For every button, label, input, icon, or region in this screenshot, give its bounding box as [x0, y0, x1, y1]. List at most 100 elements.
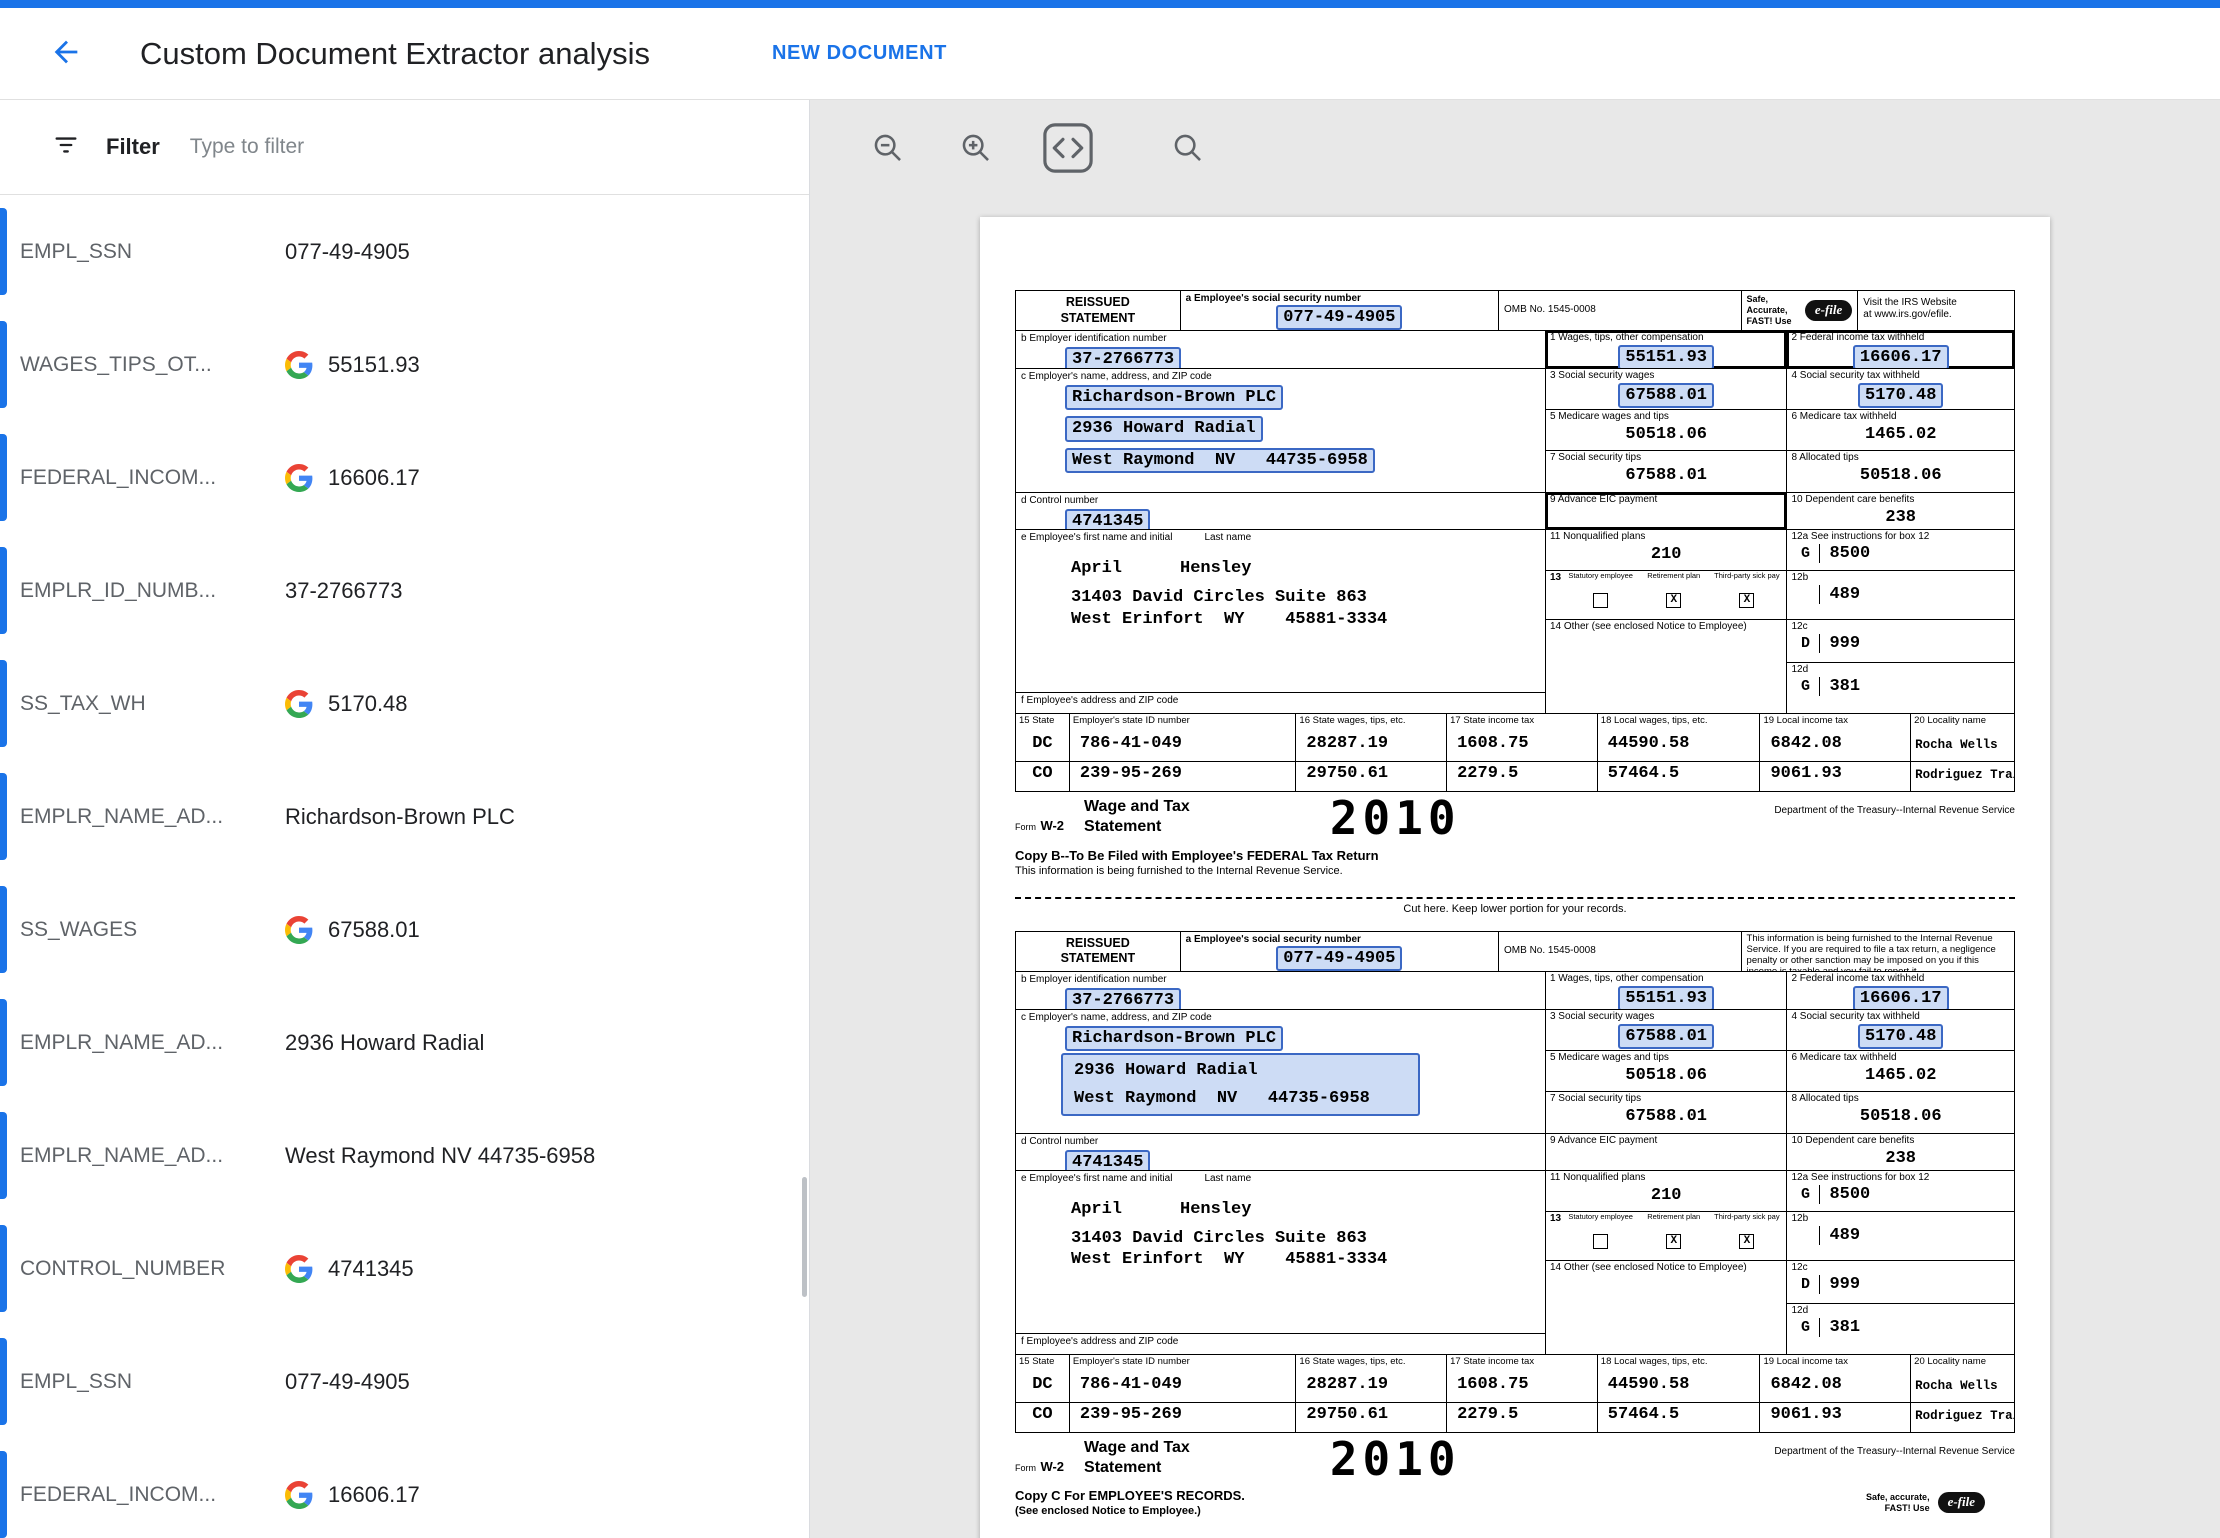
- w2-left-column: b Employer identification number 37-2766…: [1016, 972, 1545, 1354]
- efile-logo: e-file: [1938, 1492, 1985, 1513]
- w2-box-11: 11 Nonqualified plans 210: [1546, 1171, 1787, 1212]
- entity-label: EMPLR_NAME_AD...: [20, 1031, 285, 1055]
- zoom-in-button[interactable]: [954, 126, 998, 170]
- state-id-col: Employer's state ID number 786-41-049 23…: [1069, 714, 1296, 791]
- entity-row[interactable]: FEDERAL_INCOM...16606.17: [0, 421, 809, 534]
- w2-bordered-area: REISSUED STATEMENT a Employee's social s…: [1015, 290, 2015, 792]
- form-w2-label: Form W-2: [1015, 1458, 1064, 1476]
- box3-highlight[interactable]: 67588.01: [1618, 383, 1714, 408]
- entity-value-text: West Raymond NV 44735-6958: [285, 1143, 595, 1169]
- retirement-plan-checkbox[interactable]: X: [1666, 593, 1681, 608]
- entity-row[interactable]: SS_WAGES67588.01: [0, 873, 809, 986]
- control-number-highlight[interactable]: 4741345: [1065, 509, 1150, 530]
- ein-highlight[interactable]: 37-2766773: [1065, 988, 1181, 1010]
- entity-row[interactable]: EMPLR_NAME_AD...2936 Howard Radial: [0, 986, 809, 1099]
- entity-label: FEDERAL_INCOM...: [20, 466, 285, 490]
- w2-box-b-ein: b Employer identification number 37-2766…: [1016, 972, 1545, 1010]
- ssn-highlight[interactable]: 077-49-4905: [1276, 305, 1402, 330]
- entity-label: EMPL_SSN: [20, 1370, 285, 1394]
- w2-box-12a: 12a See instructions for box 12 G8500: [1787, 530, 2014, 571]
- w2-visit-irs: Visit the IRS Website at www.irs.gov/efi…: [1857, 291, 2014, 330]
- entity-row[interactable]: SS_TAX_WH5170.48: [0, 647, 809, 760]
- w2-box-c-employer: c Employer's name, address, and ZIP code…: [1016, 369, 1545, 493]
- entity-value-text: 67588.01: [328, 917, 420, 943]
- third-party-sick-pay-checkbox[interactable]: X: [1739, 1234, 1754, 1249]
- entity-row[interactable]: EMPL_SSN077-49-4905: [0, 1325, 809, 1438]
- statutory-employee-checkbox[interactable]: [1593, 593, 1608, 608]
- entity-row[interactable]: FEDERAL_INCOM...16606.17: [0, 1438, 809, 1538]
- third-party-sick-pay-checkbox[interactable]: X: [1739, 593, 1754, 608]
- entity-value: 67588.01: [285, 916, 420, 944]
- entity-value: Richardson-Brown PLC: [285, 804, 515, 830]
- left-scrollbar-thumb[interactable]: [802, 1177, 807, 1297]
- entity-value: 37-2766773: [285, 578, 402, 604]
- employer-name-highlight[interactable]: Richardson-Brown PLC: [1065, 1026, 1283, 1051]
- w2-box-12c: 12c D999: [1787, 1261, 2014, 1304]
- box1-highlight[interactable]: 55151.93: [1618, 986, 1714, 1010]
- back-button[interactable]: [44, 32, 88, 76]
- entity-row[interactable]: CONTROL_NUMBER4741345: [0, 1212, 809, 1325]
- entity-row[interactable]: EMPLR_NAME_AD...West Raymond NV 44735-69…: [0, 1099, 809, 1212]
- entity-value-text: 55151.93: [328, 352, 420, 378]
- entity-value-text: 077-49-4905: [285, 1369, 410, 1395]
- viewer-canvas[interactable]: REISSUED STATEMENT a Employee's social s…: [810, 195, 2220, 1538]
- box1-highlight[interactable]: 55151.93: [1618, 345, 1714, 369]
- box4-highlight[interactable]: 5170.48: [1858, 383, 1943, 408]
- entity-value: 55151.93: [285, 351, 420, 379]
- state-income-tax-col: 17 State income tax 1608.75 2279.5: [1446, 714, 1597, 791]
- bounding-box-icon: [1042, 122, 1094, 174]
- box2-highlight[interactable]: 16606.17: [1853, 345, 1949, 369]
- entity-value-text: 2936 Howard Radial: [285, 1030, 484, 1056]
- ein-highlight[interactable]: 37-2766773: [1065, 347, 1181, 369]
- bounding-boxes-button[interactable]: [1042, 122, 1094, 174]
- state-wages-col: 16 State wages, tips, etc. 28287.19 2975…: [1295, 1355, 1446, 1432]
- w2-middle-column: 1 Wages, tips, other compensation 55151.…: [1545, 972, 1787, 1354]
- ssn-highlight[interactable]: 077-49-4905: [1276, 946, 1402, 971]
- zoom-out-button[interactable]: [866, 126, 910, 170]
- w2-state-table: 15 State DC CO Employer's state ID numbe…: [1016, 713, 2014, 791]
- search-button[interactable]: [1166, 126, 1210, 170]
- box4-highlight[interactable]: 5170.48: [1858, 1024, 1943, 1049]
- w2-year: 2010: [1330, 797, 1461, 841]
- filter-input[interactable]: [190, 135, 809, 159]
- w2-box-12d: 12d G381: [1787, 1304, 2014, 1354]
- top-accent-stripe: [0, 0, 2220, 8]
- w2-box-1: 1 Wages, tips, other compensation 55151.…: [1546, 331, 1787, 369]
- employer-addr1-highlight[interactable]: 2936 Howard Radial: [1065, 416, 1263, 441]
- employer-addr1-highlight[interactable]: 2936 Howard Radial: [1067, 1058, 1265, 1083]
- w2-middle-column: 1 Wages, tips, other compensation 55151.…: [1545, 331, 1787, 713]
- control-number-highlight[interactable]: 4741345: [1065, 1150, 1150, 1171]
- employee-name: AprilHensley: [1071, 558, 1540, 579]
- entity-label: EMPL_SSN: [20, 240, 285, 264]
- employer-name-highlight[interactable]: Richardson-Brown PLC: [1065, 385, 1283, 410]
- local-wages-col: 18 Local wages, tips, etc. 44590.58 5746…: [1597, 714, 1760, 791]
- entity-row[interactable]: EMPL_SSN077-49-4905: [0, 195, 809, 308]
- w2-form-copy-c: REISSUED STATEMENT a Employee's social s…: [1015, 931, 2015, 1518]
- entity-accent-bar: [0, 547, 7, 634]
- employer-addr2-highlight[interactable]: West Raymond NV 44735-6958: [1067, 1086, 1377, 1111]
- retirement-plan-checkbox[interactable]: X: [1666, 1234, 1681, 1249]
- employer-addr2-highlight[interactable]: West Raymond NV 44735-6958: [1065, 448, 1375, 473]
- back-arrow-icon: [49, 35, 83, 69]
- w2-box-3: 3 Social security wages 67588.01: [1546, 1010, 1787, 1051]
- wage-and-tax-statement: Wage and Tax Statement: [1084, 797, 1190, 837]
- zoom-in-icon: [959, 131, 993, 165]
- box2-highlight[interactable]: 16606.17: [1853, 986, 1949, 1010]
- statutory-employee-checkbox[interactable]: [1593, 1234, 1608, 1249]
- entity-row[interactable]: EMPLR_ID_NUMB...37-2766773: [0, 534, 809, 647]
- entity-value-text: 37-2766773: [285, 578, 402, 604]
- entity-row[interactable]: EMPLR_NAME_AD...Richardson-Brown PLC: [0, 760, 809, 873]
- w2-box-6: 6 Medicare tax withheld 1465.02: [1787, 410, 2014, 451]
- entity-row[interactable]: WAGES_TIPS_OT...55151.93: [0, 308, 809, 421]
- w2-box-12c: 12c D999: [1787, 620, 2014, 663]
- entities-panel: Filter EMPL_SSN077-49-4905WAGES_TIPS_OT.…: [0, 100, 810, 1538]
- w2-box-12b: 12b 489: [1787, 1212, 2014, 1261]
- w2-omb-number: OMB No. 1545-0008: [1498, 932, 1741, 971]
- efile-logo: e-file: [1805, 300, 1852, 321]
- w2-box-d-control-number: d Control number 4741345: [1016, 1134, 1545, 1171]
- entity-value-text: 4741345: [328, 1256, 414, 1282]
- box3-highlight[interactable]: 67588.01: [1618, 1024, 1714, 1049]
- w2-box-a-ssn: a Employee's social security number 077-…: [1180, 932, 1498, 971]
- new-document-button[interactable]: NEW DOCUMENT: [772, 42, 947, 65]
- entity-accent-bar: [0, 1451, 7, 1538]
